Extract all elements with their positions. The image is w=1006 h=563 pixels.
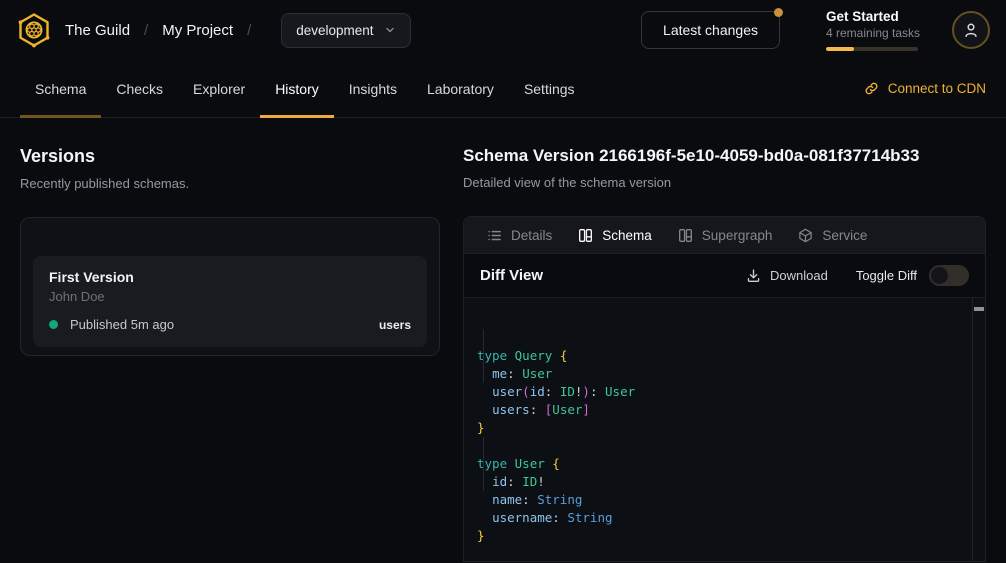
- target-select[interactable]: development: [281, 13, 410, 48]
- versions-panel: Versions Recently published schemas. Fir…: [20, 146, 440, 562]
- code-line: type Query {: [477, 347, 959, 365]
- version-name: First Version: [49, 269, 411, 285]
- code-lines: type Query { me: User user(id: ID!): Use…: [477, 347, 959, 545]
- code-line: [477, 437, 959, 455]
- get-started-progress-fill: [826, 47, 854, 51]
- diff-actions: Download Toggle Diff: [746, 265, 969, 286]
- download-icon: [746, 268, 761, 283]
- detail-tab-schema[interactable]: Schema: [565, 217, 665, 253]
- user-icon: [962, 21, 980, 39]
- code-line: }: [477, 419, 959, 437]
- get-started-title: Get Started: [826, 9, 918, 24]
- detail-tab-service[interactable]: Service: [785, 217, 880, 253]
- code-line: id: ID!: [477, 473, 959, 491]
- user-menu-button[interactable]: [952, 11, 990, 49]
- primary-nav-tabs: SchemaChecksExplorerHistoryInsightsLabor…: [20, 60, 590, 117]
- schema-view-card: Details Schema Supergraph Service Diff View…: [463, 216, 986, 562]
- nav-tab-explorer[interactable]: Explorer: [178, 60, 260, 117]
- toggle-diff-switch[interactable]: [929, 265, 969, 286]
- schema-code-viewer[interactable]: type Query { me: User user(id: ID!): Use…: [464, 298, 985, 561]
- target-select-value: development: [296, 23, 373, 38]
- toggle-diff-group: Toggle Diff: [856, 265, 969, 286]
- detail-tab-supergraph[interactable]: Supergraph: [665, 217, 786, 253]
- version-author: John Doe: [49, 289, 411, 304]
- columns-icon: [678, 228, 693, 243]
- download-button[interactable]: Download: [746, 268, 828, 283]
- cube-icon: [798, 228, 813, 243]
- version-status: Published 5m ago: [70, 317, 174, 332]
- nav-tab-insights[interactable]: Insights: [334, 60, 412, 117]
- breadcrumb-separator: /: [247, 22, 251, 39]
- latest-changes-button[interactable]: Latest changes: [641, 11, 780, 49]
- latest-changes-wrap: Latest changes: [641, 11, 780, 49]
- link-icon: [864, 81, 879, 96]
- indent-guide: [483, 437, 484, 491]
- code-line: name: String: [477, 491, 959, 509]
- version-detail-title: Schema Version 2166196f-5e10-4059-bd0a-0…: [463, 146, 986, 166]
- service-name-badge: users: [379, 318, 411, 332]
- indent-guide: [483, 329, 484, 383]
- detail-tab-details[interactable]: Details: [474, 217, 565, 253]
- version-detail-subtitle: Detailed view of the schema version: [463, 175, 986, 190]
- connect-to-cdn-label: Connect to CDN: [888, 81, 986, 96]
- connect-to-cdn-button[interactable]: Connect to CDN: [864, 60, 986, 117]
- download-label: Download: [770, 268, 828, 283]
- published-status-dot: [49, 320, 58, 329]
- toggle-knob: [931, 267, 948, 284]
- list-icon: [487, 228, 502, 243]
- code-line: user(id: ID!): User: [477, 383, 959, 401]
- code-scrollbar-thumb[interactable]: [974, 307, 984, 311]
- version-detail-panel: Schema Version 2166196f-5e10-4059-bd0a-0…: [463, 146, 986, 562]
- toggle-diff-label: Toggle Diff: [856, 268, 917, 283]
- code-scrollbar[interactable]: [972, 298, 985, 561]
- get-started-widget[interactable]: Get Started 4 remaining tasks: [826, 9, 918, 51]
- version-list-item[interactable]: First Version John Doe Published 5m ago …: [33, 256, 427, 347]
- hive-logo-icon[interactable]: [16, 12, 52, 48]
- nav-tab-settings[interactable]: Settings: [509, 60, 590, 117]
- code-line: users: [User]: [477, 401, 959, 419]
- columns-icon: [578, 228, 593, 243]
- diff-toolbar: Diff View Download Toggle Diff: [464, 254, 985, 298]
- nav-tab-laboratory[interactable]: Laboratory: [412, 60, 509, 117]
- diff-view-title: Diff View: [480, 267, 543, 284]
- notification-dot: [774, 8, 783, 17]
- code-line: me: User: [477, 365, 959, 383]
- breadcrumb-separator: /: [144, 22, 148, 39]
- code-line: type User {: [477, 455, 959, 473]
- primary-nav: SchemaChecksExplorerHistoryInsightsLabor…: [0, 60, 1006, 118]
- versions-subtitle: Recently published schemas.: [20, 176, 440, 191]
- code-line: username: String: [477, 509, 959, 527]
- app-header: The Guild / My Project / development Lat…: [0, 0, 1006, 60]
- detail-tab-label: Schema: [602, 228, 652, 243]
- chevron-down-icon: [384, 24, 396, 36]
- detail-tab-label: Service: [822, 228, 867, 243]
- code-line: }: [477, 527, 959, 545]
- version-meta-row: Published 5m ago users: [49, 317, 411, 332]
- nav-tab-schema[interactable]: Schema: [20, 60, 101, 117]
- main-content: Versions Recently published schemas. Fir…: [0, 118, 1006, 562]
- versions-card: First Version John Doe Published 5m ago …: [20, 217, 440, 356]
- get-started-progressbar: [826, 47, 918, 51]
- org-breadcrumb[interactable]: The Guild: [65, 22, 130, 39]
- detail-tab-label: Supergraph: [702, 228, 773, 243]
- versions-title: Versions: [20, 146, 440, 167]
- nav-tab-checks[interactable]: Checks: [101, 60, 178, 117]
- get-started-subtitle: 4 remaining tasks: [826, 26, 918, 40]
- detail-tab-label: Details: [511, 228, 552, 243]
- project-breadcrumb[interactable]: My Project: [162, 22, 233, 39]
- nav-tab-history[interactable]: History: [260, 60, 334, 117]
- schema-view-tabs: Details Schema Supergraph Service: [464, 217, 985, 254]
